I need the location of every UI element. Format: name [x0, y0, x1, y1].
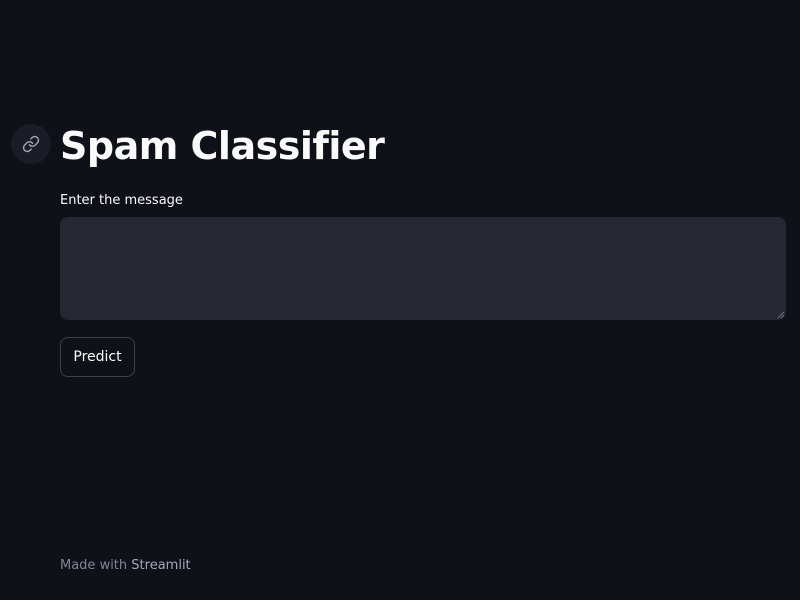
- header-anchor-link[interactable]: [11, 124, 51, 164]
- app-container: Spam Classifier Enter the message Predic…: [0, 0, 800, 600]
- footer: Made with Streamlit: [60, 557, 191, 575]
- predict-button[interactable]: Predict: [60, 337, 135, 377]
- footer-streamlit-link[interactable]: Streamlit: [131, 558, 190, 573]
- page-title: Spam Classifier: [60, 124, 385, 168]
- footer-made-with: Made with: [60, 558, 128, 573]
- message-label: Enter the message: [60, 193, 183, 208]
- link-icon: [22, 135, 40, 153]
- resize-handle-icon[interactable]: [777, 311, 785, 319]
- message-textarea[interactable]: [60, 217, 786, 320]
